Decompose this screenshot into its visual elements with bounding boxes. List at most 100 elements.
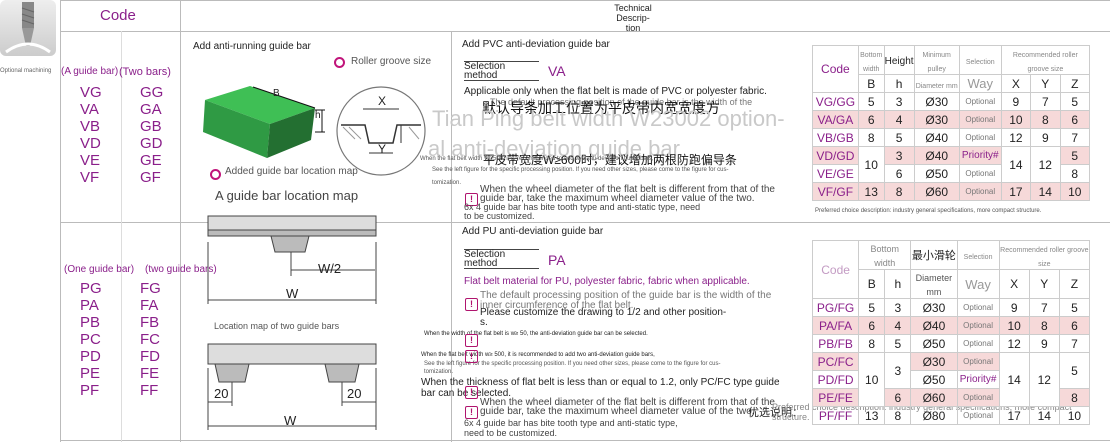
cell-way: Optional [956, 352, 1000, 371]
table-row: VF/GF 13 8 Ø60 Optional 17 14 10 [812, 182, 1091, 201]
table-header-h: h [883, 74, 915, 93]
machining-icon [0, 0, 56, 56]
pu-warning-icon-1: ! [465, 294, 478, 312]
code-item: FC [140, 331, 160, 348]
single-location-title: A guide bar location map [215, 188, 359, 203]
table-row: PA/FA 6 4 Ø40 Optional 10 8 6 [811, 316, 1091, 335]
cell-way: Priority# [956, 370, 1000, 389]
cell-diameter: Ø50 [910, 370, 958, 389]
code-item: FE [140, 365, 160, 382]
code-item: VB [80, 118, 101, 135]
dim-W: W [284, 413, 297, 428]
table-header-B: B [858, 269, 886, 299]
pu-title: Add PU anti-deviation guide bar [462, 226, 604, 237]
table-header-Z: Z [1059, 74, 1091, 93]
table-header-diameter: Diameter mm [915, 273, 953, 297]
pvc-small1: When the flat belt width W≥500, it is re… [420, 156, 654, 162]
cell-B: 5 [857, 92, 885, 111]
cell-diameter: Ø40 [910, 316, 958, 335]
cell-B: 8 [858, 334, 886, 353]
cell-X: 17 [998, 406, 1030, 425]
cell-X: 9 [1000, 92, 1032, 111]
code-item: FF [140, 382, 159, 399]
cell-code: PC/FC [811, 352, 860, 371]
block2-col2: FG FA FB FC FD FE FF [140, 280, 161, 399]
code-item: PD [80, 348, 101, 365]
code-item: FG [140, 280, 161, 297]
table-header-min-pulley: Minimum pulley [922, 52, 951, 73]
pink-circle-icon [334, 57, 345, 68]
cell-Z: 7 [1059, 128, 1091, 147]
pu-small2: When the flat belt width w≥ 500, it is r… [421, 352, 655, 358]
pvc-preferred: Preferred choice description: industry g… [815, 208, 1042, 214]
tech-description-header: Technical Descrip- tion [614, 3, 652, 33]
code-item: PA [80, 297, 99, 314]
pu-selection-method: Selection method [464, 249, 539, 269]
cell-diameter: Ø60 [913, 182, 960, 201]
cell-code: PE/FE [811, 388, 860, 407]
pvc-line1: Applicable only when the flat belt is ma… [464, 86, 767, 97]
cell-Z: 10 [1059, 182, 1091, 201]
cell-diameter: Ø60 [910, 388, 958, 407]
table-row: PG/FG 5 3 Ø30 Optional 9 7 5 [811, 298, 1091, 317]
exclamation-icon: ! [465, 350, 478, 363]
cell-way: Optional [956, 298, 1000, 317]
cell-Y: 14 [1030, 182, 1061, 201]
cell-h: 4 [883, 110, 915, 129]
cell-h: 3 [884, 352, 912, 389]
table-header-selection: Selection [963, 254, 993, 261]
table-header-selection: Selection [965, 59, 995, 66]
cell-diameter: Ø80 [910, 406, 958, 425]
code-item: PC [80, 331, 101, 348]
cell-code: PA/FA [811, 316, 860, 335]
code-item: FD [140, 348, 160, 365]
added-location-label: Added guide bar location map [210, 166, 358, 180]
cell-way: Optional [958, 128, 1002, 147]
block1-col1: VG VA VB VD VE VF [80, 84, 102, 186]
table-header-bottom: Bottom width [870, 244, 899, 268]
cell-code: PD/FD [811, 370, 860, 389]
cell-B: 8 [857, 128, 885, 147]
code-item: VF [80, 169, 100, 186]
cell-Z: 10 [1058, 406, 1091, 425]
table-header-diameter: Diameter mm [915, 82, 958, 90]
dim-X: X [378, 94, 387, 108]
cell-Y: 14 [1028, 406, 1060, 425]
table-header-min-pulley: 最小滑轮 [911, 250, 956, 262]
cell-h: 3 [883, 146, 915, 165]
code-item: GE [140, 152, 162, 169]
roller-groove-label: Roller groove size [334, 56, 431, 68]
cell-diameter: Ø30 [910, 298, 958, 317]
cell-B: 6 [857, 110, 885, 129]
cell-X: 10 [998, 316, 1030, 335]
cell-Z: 7 [1058, 334, 1091, 353]
cell-B: 13 [858, 406, 886, 425]
pvc-selection-method: Selection method [464, 61, 539, 81]
dim-20-left: 20 [214, 386, 229, 401]
cell-Z: 8 [1059, 164, 1091, 183]
table-header-code: Code [812, 45, 859, 93]
cell-h: 6 [883, 164, 915, 183]
code-item: VG [80, 84, 102, 101]
dim-W: W [286, 286, 299, 301]
cell-B: 10 [858, 352, 886, 407]
cell-Y: 8 [1030, 110, 1061, 129]
pvc-note4: to be customized. [464, 211, 535, 221]
table-header-recommended: Recommended roller groove size [1012, 52, 1078, 73]
code-item: PB [80, 314, 101, 331]
cell-Z: 6 [1058, 316, 1091, 335]
pu-warning-icon-4: ! [465, 382, 478, 400]
cell-way: Optional [958, 164, 1002, 183]
cell-diameter: Ø50 [910, 334, 958, 353]
cell-h: 5 [883, 128, 915, 147]
table-header-bottom: Bottom width [860, 52, 883, 73]
cell-diameter: Ø50 [913, 164, 960, 183]
code-item: PE [80, 365, 101, 382]
cell-Z: 5 [1059, 146, 1091, 165]
code-header: Code [100, 7, 136, 24]
pvc-title: Add PVC anti-deviation guide bar [462, 39, 610, 50]
cell-X: 14 [1000, 146, 1032, 183]
cell-h: 3 [883, 92, 915, 111]
cell-X: 9 [998, 298, 1030, 317]
cell-diameter: Ø30 [913, 92, 960, 111]
